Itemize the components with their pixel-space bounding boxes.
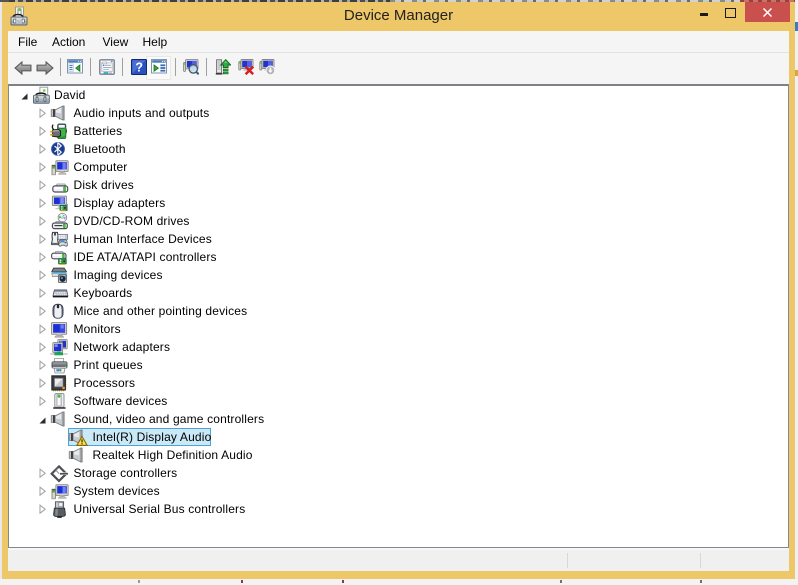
svg-text:?: ? bbox=[135, 61, 143, 75]
